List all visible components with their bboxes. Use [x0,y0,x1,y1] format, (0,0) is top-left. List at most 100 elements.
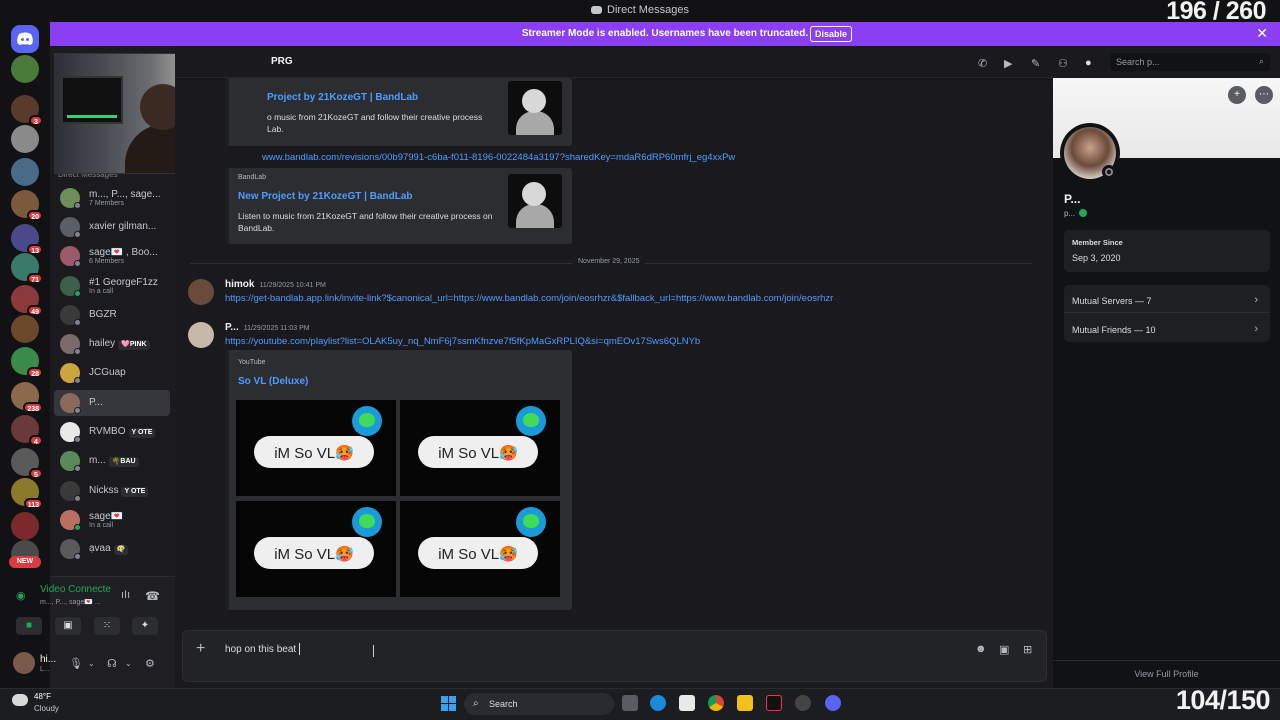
server-icon[interactable]: 238 [11,382,43,413]
dm-list-item[interactable]: m..., P..., sage... 7 Members [54,185,170,211]
server-icon[interactable] [11,55,39,83]
message-author[interactable]: himok 11/29/2025 10:41 PM [225,279,326,290]
dm-list-item[interactable]: hailey 🩷PINK [54,331,170,357]
gift-icon[interactable]: ⊞ [1023,643,1032,656]
noise-suppression-icon[interactable]: ıIı [121,589,130,601]
mutual-servers-row[interactable]: Mutual Servers — 7 › [1064,285,1270,312]
weather-condition[interactable]: Cloudy [34,704,59,713]
user-profile-icon[interactable]: ● [1085,57,1097,69]
playlist-thumbnail[interactable]: iM So VL🥵 [400,501,560,597]
mutual-friends-row[interactable]: Mutual Friends — 10 › [1064,318,1270,342]
server-icon[interactable] [11,125,39,153]
pin-icon[interactable]: ✎ [1031,57,1043,70]
message-avatar[interactable] [188,279,214,305]
profile-avatar[interactable] [1060,123,1120,183]
view-full-profile-button[interactable]: View Full Profile [1053,660,1280,688]
author-name[interactable]: himok [225,279,254,290]
more-options-icon[interactable]: ⋯ [1255,86,1273,104]
embed-description: o music from 21KozeGT and follow their c… [267,112,483,134]
embed-title[interactable]: New Project by 21KozeGT | BandLab [238,191,413,202]
dm-list-item[interactable]: Nickss Y OTE [54,478,170,504]
server-icon[interactable] [11,512,39,540]
windows-taskbar [0,688,1280,720]
message-link[interactable]: https://youtube.com/playlist?list=OLAK5u… [225,336,700,347]
server-icon[interactable]: 3 [11,95,43,126]
file-explorer-icon[interactable] [737,695,753,711]
streamer-mode-banner: Streamer Mode is enabled. Usernames have… [50,22,1280,46]
chevron-down-icon[interactable]: ⌄ [88,659,95,668]
dm-list-item[interactable]: #1 GeorgeF1zz In a call [54,273,170,299]
emoji-icon[interactable]: ☻ [975,643,987,655]
embed-title[interactable]: Project by 21KozeGT | BandLab [267,92,418,103]
add-attachment-icon[interactable]: + [196,640,205,658]
server-icon[interactable]: 28 [11,347,43,378]
store-icon[interactable] [679,695,695,711]
add-friend-icon[interactable]: + [1228,86,1246,104]
tiktok-icon[interactable] [766,695,782,711]
search-input[interactable]: Search p... ⌕ [1110,53,1270,71]
playlist-thumbnail[interactable]: iM So VL🥵 [236,501,396,597]
dm-name: JCGuap [89,367,126,378]
dm-list-item[interactable]: xavier gilman... [54,214,170,240]
server-icon[interactable]: 49 [11,285,43,316]
dm-list-item[interactable]: sage💌 In a call [54,507,170,533]
user-avatar[interactable] [13,652,35,674]
clan-tag: 🌴BAU [108,457,139,467]
new-servers-badge[interactable]: NEW [9,556,41,568]
taskbar-search[interactable]: ⌕ Search [464,693,614,715]
message-avatar[interactable] [188,322,214,348]
dm-list-item[interactable]: sage💌 , Boo... 6 Members [54,243,170,269]
message-link[interactable]: www.bandlab.com/revisions/00b97991-c6ba-… [262,152,735,163]
activities-button[interactable]: ⁙ [94,617,120,635]
server-icon[interactable] [11,158,39,186]
soundboard-button[interactable]: ✦ [132,617,158,635]
status-indicator [74,495,81,502]
disconnect-icon[interactable]: ☎ [145,589,160,603]
server-icon[interactable]: 71 [11,253,43,284]
dm-list-item[interactable]: JCGuap [54,360,170,386]
playlist-thumbnail[interactable]: iM So VL🥵 [400,400,560,496]
settings-gear-icon[interactable]: ⚙ [145,657,155,670]
gif-icon[interactable]: ▣ [999,643,1009,656]
server-icon[interactable] [11,315,39,343]
dm-list-item[interactable]: RVMBO Y OTE [54,419,170,445]
chrome-icon[interactable] [708,695,724,711]
server-icon[interactable]: 4 [11,415,43,446]
camera-button[interactable]: ■ [16,617,42,635]
weather-temperature[interactable]: 48°F [34,692,51,701]
mention-badge: 71 [27,273,43,284]
dm-list-item[interactable]: P... [54,390,170,416]
playlist-thumbnail[interactable]: iM So VL🥵 [236,400,396,496]
clan-tag: 🩷PINK [118,340,150,350]
message-author[interactable]: P... 11/29/2025 11:03 PM [225,322,310,333]
task-view-icon[interactable] [622,695,638,711]
server-icon[interactable]: 113 [11,478,43,509]
server-icon[interactable]: 5 [11,448,43,479]
dm-list-item[interactable]: m... 🌴BAU [54,448,170,474]
dm-list-item[interactable]: ạvaa 😶‍🌫️ [54,536,170,562]
chevron-down-icon[interactable]: ⌄ [125,659,132,668]
home-dm-button[interactable] [11,25,39,53]
author-name[interactable]: P... [225,322,239,333]
app-icon[interactable] [795,695,811,711]
message-input[interactable]: hop on this beat [225,644,296,655]
add-friends-icon[interactable]: ⚇ [1058,57,1070,70]
server-icon[interactable]: 20 [11,190,43,221]
microphone-icon[interactable]: 🎙 [69,657,83,670]
message-composer[interactable]: + hop on this beat ☻ ▣ ⊞ [182,630,1047,682]
headphones-icon[interactable]: ☊ [107,657,117,670]
embed-title[interactable]: So VL (Deluxe) [238,376,308,387]
message-link[interactable]: https://get-bandlab.app.link/invite-link… [225,293,833,304]
disable-streamer-mode-button[interactable]: Disable [810,26,852,42]
video-call-icon[interactable]: ▶ [1004,57,1016,70]
dm-name: sage💌 , Boo... [89,247,158,258]
server-icon[interactable]: 13 [11,224,43,255]
close-icon[interactable]: ✕ [1256,25,1268,42]
windows-start-icon[interactable] [441,696,456,711]
bandlab-embed: BandLab New Project by 21KozeGT | BandLa… [226,168,572,244]
discord-taskbar-icon[interactable] [825,695,841,711]
voice-call-icon[interactable]: ✆ [978,57,990,70]
dm-list-item[interactable]: BGZR [54,302,170,328]
edge-icon[interactable] [650,695,666,711]
screen-share-button[interactable]: ▣ [55,617,81,635]
